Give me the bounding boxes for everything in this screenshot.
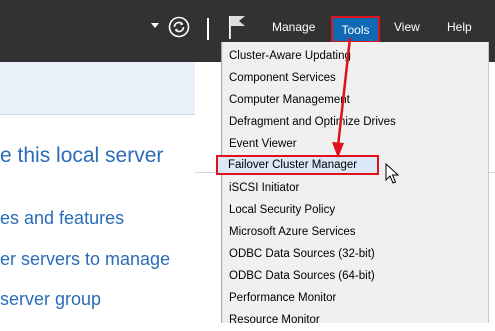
menu-item-iscsi-initiator[interactable]: iSCSI Initiator [229,177,299,199]
menu-view[interactable]: View [394,20,420,34]
flag-icon[interactable] [226,14,248,40]
link-roles-features[interactable]: es and features [0,208,124,229]
mouse-cursor-icon [385,163,400,184]
menu-help[interactable]: Help [447,20,472,34]
menu-item-event-viewer[interactable]: Event Viewer [229,133,297,155]
menu-item-resource-monitor[interactable]: Resource Monitor [229,309,320,331]
menu-item-component-services[interactable]: Component Services [229,67,336,89]
menu-item-odbc-32[interactable]: ODBC Data Sources (32-bit) [229,243,375,265]
menu-item-performance-monitor[interactable]: Performance Monitor [229,287,336,309]
refresh-icon[interactable] [168,16,190,38]
menu-gutter [222,42,223,323]
link-add-servers[interactable]: er servers to manage [0,249,170,270]
link-server-group[interactable]: server group [0,289,101,310]
dropdown-arrow-icon[interactable] [151,23,159,28]
annotation-arrow [332,37,352,158]
menu-manage[interactable]: Manage [272,20,315,34]
menu-item-local-security-policy[interactable]: Local Security Policy [229,199,335,221]
menu-item-odbc-64[interactable]: ODBC Data Sources (64-bit) [229,265,375,287]
toolbar-separator [207,18,209,40]
menu-tools-label: Tools [341,23,370,37]
welcome-heading: e this local server [0,144,164,167]
menu-item-defragment[interactable]: Defragment and Optimize Drives [229,111,396,133]
menu-item-azure-services[interactable]: Microsoft Azure Services [229,221,356,243]
